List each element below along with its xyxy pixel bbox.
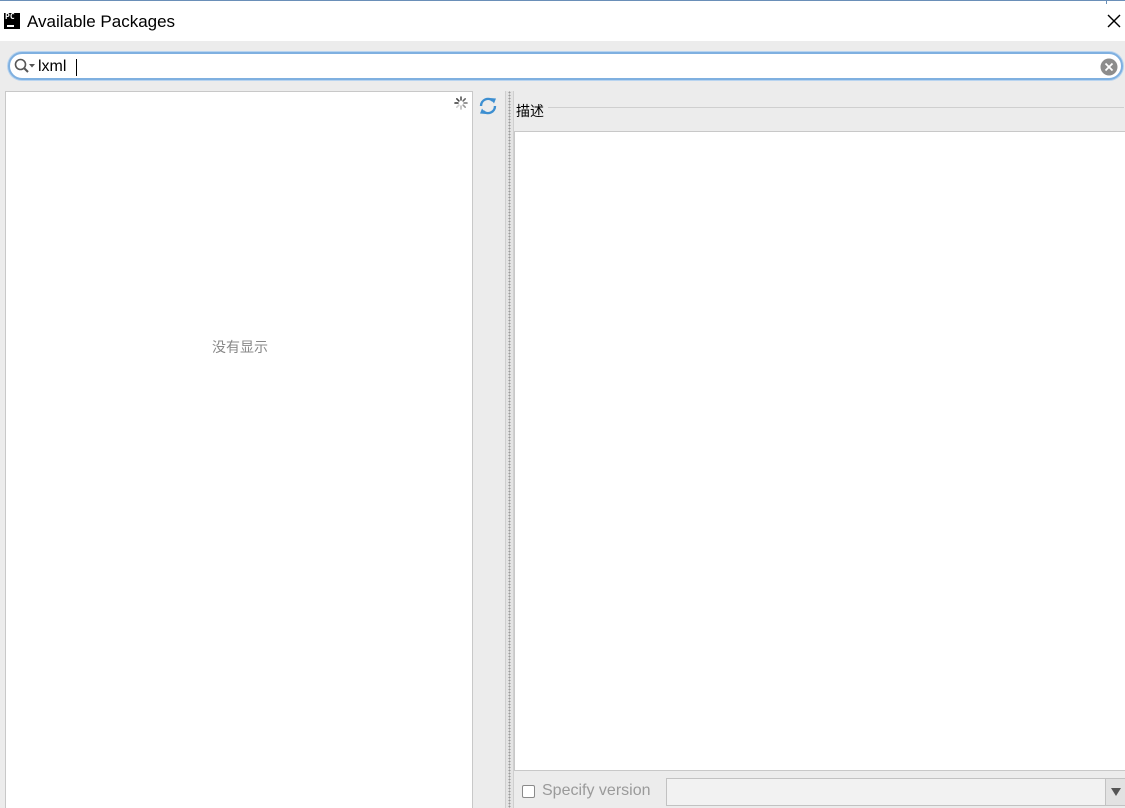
chevron-down-icon [29, 64, 35, 68]
close-icon [1107, 14, 1121, 28]
specify-version-label[interactable]: Specify version [542, 782, 651, 800]
specify-version-checkbox[interactable] [522, 785, 535, 798]
description-divider [516, 107, 1124, 108]
search-input[interactable] [38, 57, 1078, 77]
description-label: 描述 [516, 101, 548, 121]
description-header: 描述 [514, 91, 1125, 131]
search-options-button[interactable] [14, 58, 38, 74]
dropdown-arrow-icon [1111, 788, 1121, 796]
package-list[interactable]: 没有显示 [5, 91, 473, 808]
clear-search-button[interactable] [1099, 57, 1119, 77]
app-logo-text: PC [5, 12, 15, 21]
spinner-icon [454, 96, 468, 110]
panel-splitter[interactable] [505, 91, 514, 808]
text-caret [76, 59, 77, 76]
refresh-icon [479, 97, 497, 115]
reload-list-button[interactable] [477, 95, 499, 117]
close-button[interactable] [1103, 10, 1125, 32]
app-logo-bar [7, 25, 14, 27]
search-icon [14, 58, 35, 73]
window-title: Available Packages [27, 12, 176, 31]
splitter-grip [508, 91, 511, 808]
description-panel[interactable] [514, 131, 1125, 771]
available-packages-dialog: PC Available Packages lxml 没有显示 描述 Speci… [0, 0, 1125, 808]
title-bar: PC Available Packages [0, 4, 1125, 41]
package-toolbar [473, 91, 505, 808]
version-dropdown[interactable] [666, 778, 1125, 806]
clear-icon [1100, 58, 1118, 76]
pycharm-logo-icon: PC [4, 13, 20, 29]
empty-list-message: 没有显示 [212, 340, 268, 356]
version-footer: Specify version [514, 771, 1125, 808]
dropdown-arrow-button[interactable] [1105, 779, 1125, 805]
search-bar [8, 52, 1123, 80]
